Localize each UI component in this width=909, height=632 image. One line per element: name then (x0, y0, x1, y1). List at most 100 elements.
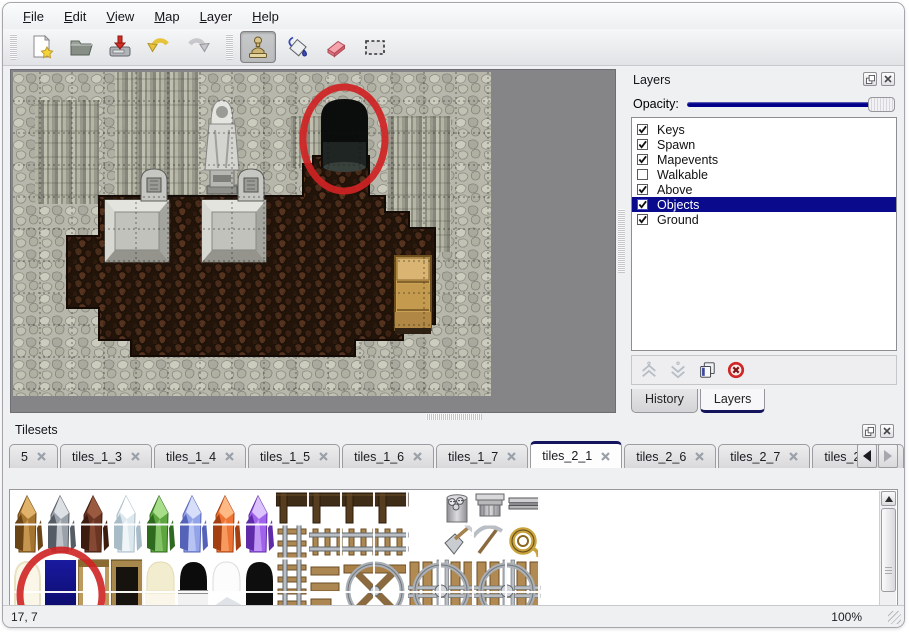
move-layer-up-icon (640, 361, 658, 379)
vertical-splitter[interactable] (617, 69, 627, 413)
layers-panel-title: Layers (633, 73, 671, 87)
layer-checkbox[interactable] (637, 184, 648, 195)
tab-close-icon[interactable] (507, 452, 516, 461)
stamp-tool-button[interactable] (240, 31, 276, 63)
plank-pieces-tile[interactable] (311, 567, 339, 607)
tileset-tab-tiles-1-4[interactable]: tiles_1_4 (154, 444, 246, 468)
fill-tool-button[interactable] (279, 31, 315, 63)
move-layer-down-button[interactable] (667, 359, 689, 381)
undock-panel-icon[interactable] (863, 72, 877, 86)
wooden-cabinet (395, 256, 431, 334)
opacity-row: Opacity: (629, 95, 899, 113)
tileset-tab-tiles-2-7[interactable]: tiles_2_7 (718, 444, 810, 468)
map-canvas[interactable] (10, 69, 616, 413)
tab-layers[interactable]: Layers (700, 389, 766, 413)
tab-close-icon[interactable] (225, 452, 234, 461)
opacity-slider[interactable] (687, 96, 895, 112)
menu-file[interactable]: File (13, 6, 54, 27)
horizontal-splitter[interactable] (3, 413, 904, 421)
tileset-tiles (11, 491, 883, 623)
menu-layer[interactable]: Layer (190, 6, 243, 27)
move-layer-up-button[interactable] (638, 359, 660, 381)
tab-close-icon[interactable] (131, 452, 140, 461)
duplicate-layer-icon (698, 361, 716, 379)
left-arrow-icon (863, 450, 871, 462)
layer-checkbox[interactable] (637, 154, 648, 165)
open-button[interactable] (63, 31, 99, 63)
shovel-tile[interactable] (445, 524, 473, 554)
toolbar (3, 29, 904, 66)
tileset-tab-tiles-1-7[interactable]: tiles_1_7 (436, 444, 528, 468)
tab-close-icon[interactable] (695, 452, 704, 461)
menu-help[interactable]: Help (242, 6, 289, 27)
layer-checkbox[interactable] (637, 169, 648, 180)
toolbar-drag-handle[interactable] (10, 34, 17, 60)
tileset-tab-tiles-2-1-active[interactable]: tiles_2_1 (530, 441, 622, 468)
close-panel-icon[interactable] (881, 72, 895, 86)
tilesets-panel: Tilesets 5 tiles_1_3 tiles_1_4 tiles_1_5… (7, 421, 900, 607)
layer-buttons-bar (631, 355, 897, 385)
status-bar: 17, 7 100% (3, 605, 904, 627)
horizontal-splitter-handle[interactable] (426, 414, 482, 420)
menu-map[interactable]: Map (144, 6, 189, 27)
tilesets-panel-header: Tilesets (7, 421, 900, 442)
tileset-tab-tiles-2-6[interactable]: tiles_2_6 (624, 444, 716, 468)
dark-doorway (321, 99, 368, 172)
layer-row-spawn[interactable]: Spawn (632, 137, 896, 152)
layer-row-keys[interactable]: Keys (632, 122, 896, 137)
opacity-slider-thumb[interactable] (868, 97, 895, 112)
pickaxe-tile[interactable] (473, 527, 502, 553)
resize-grip[interactable] (888, 611, 901, 624)
menu-view[interactable]: View (96, 6, 144, 27)
layer-checkbox[interactable] (637, 124, 648, 135)
rope-coil-tile[interactable] (512, 530, 538, 557)
layer-checkbox[interactable] (637, 199, 648, 210)
select-tool-icon (361, 33, 389, 61)
tab-close-icon[interactable] (413, 452, 422, 461)
duplicate-layer-button[interactable] (696, 359, 718, 381)
redo-button[interactable] (180, 31, 216, 63)
tab-close-icon[interactable] (37, 452, 46, 461)
app-window: File Edit View Map Layer Help (2, 2, 905, 628)
layer-row-objects-selected[interactable]: Objects (632, 197, 896, 212)
scroll-tabs-right-button[interactable] (878, 444, 898, 468)
scroll-tabs-left-button[interactable] (857, 444, 877, 468)
tileset-tab-tiles-1-6[interactable]: tiles_1_6 (342, 444, 434, 468)
pillar-with-skulls-tile[interactable] (447, 495, 467, 522)
tab-history[interactable]: History (631, 389, 698, 413)
right-arrow-icon (884, 450, 892, 462)
layer-checkbox[interactable] (637, 139, 648, 150)
layer-row-mapevents[interactable]: Mapevents (632, 152, 896, 167)
toolbar-drag-handle-2[interactable] (226, 34, 233, 60)
layer-row-walkable[interactable]: Walkable (632, 167, 896, 182)
tileset-tab-tiles-1-3[interactable]: tiles_1_3 (60, 444, 152, 468)
close-tilesets-icon[interactable] (880, 424, 894, 438)
opacity-slider-track[interactable] (687, 102, 895, 107)
pillar-capital-tile[interactable] (476, 494, 504, 516)
delete-layer-button[interactable] (725, 359, 747, 381)
scrollbar-thumb[interactable] (881, 508, 896, 592)
undock-tilesets-icon[interactable] (862, 424, 876, 438)
tab-close-icon[interactable] (601, 452, 610, 461)
menu-edit[interactable]: Edit (54, 6, 96, 27)
layer-row-above[interactable]: Above (632, 182, 896, 197)
vertical-splitter-handle[interactable] (618, 209, 625, 273)
tileset-tab-tiles-1-5[interactable]: tiles_1_5 (248, 444, 340, 468)
scroll-up-button[interactable] (881, 491, 896, 506)
tab-close-icon[interactable] (789, 452, 798, 461)
tab-close-icon[interactable] (319, 452, 328, 461)
tilesets-panel-title: Tilesets (15, 423, 58, 437)
layer-checkbox[interactable] (637, 214, 648, 225)
undo-button[interactable] (141, 31, 177, 63)
select-tool-button[interactable] (357, 31, 393, 63)
eraser-tool-button[interactable] (318, 31, 354, 63)
stamp-tool-icon (244, 33, 272, 61)
layer-row-ground[interactable]: Ground (632, 212, 896, 227)
save-button[interactable] (102, 31, 138, 63)
undo-icon (145, 33, 173, 61)
horizontal-rail-tile[interactable] (309, 529, 408, 555)
metal-beam-tile[interactable] (509, 498, 539, 509)
tileset-tab-bar: 5 tiles_1_3 tiles_1_4 tiles_1_5 tiles_1_… (9, 442, 898, 468)
tileset-tab-5[interactable]: 5 (9, 444, 58, 468)
new-file-button[interactable] (24, 31, 60, 63)
